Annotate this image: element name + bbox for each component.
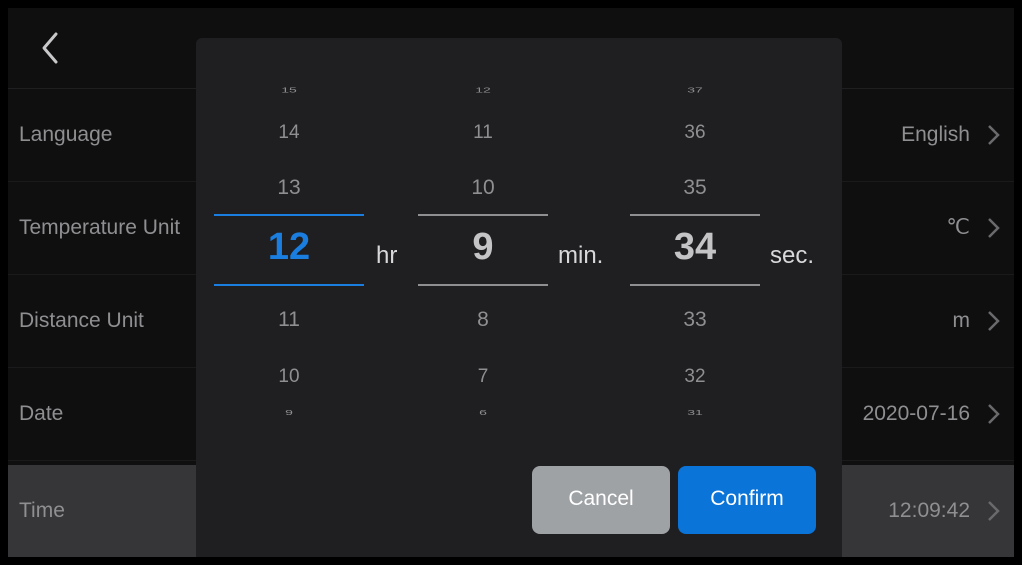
cancel-button[interactable]: Cancel — [532, 466, 670, 534]
setting-label: Language — [19, 123, 113, 146]
minute-option[interactable]: 7 — [408, 366, 558, 388]
chevron-right-icon — [988, 125, 1000, 145]
setting-value: m — [952, 309, 971, 332]
second-option[interactable]: 31 — [620, 408, 770, 417]
selected-minute[interactable]: 9 — [408, 226, 558, 269]
setting-value: 2020-07-16 — [862, 402, 970, 425]
second-option[interactable]: 32 — [620, 366, 770, 388]
setting-label: Date — [19, 402, 64, 425]
setting-label: Distance Unit — [19, 309, 144, 332]
second-option[interactable]: 36 — [620, 122, 770, 144]
chevron-right-icon — [988, 218, 1000, 238]
settings-screen: Language&Date&Region Language English Te… — [8, 8, 1014, 557]
setting-label: Temperature Unit — [19, 216, 181, 239]
minute-option[interactable]: 8 — [408, 308, 558, 332]
confirm-button[interactable]: Confirm — [678, 466, 816, 534]
second-option[interactable]: 35 — [620, 176, 770, 200]
minute-option[interactable]: 11 — [408, 122, 558, 144]
second-selection-line — [630, 214, 760, 216]
hour-option[interactable]: 14 — [214, 122, 364, 144]
setting-value: 12:09:42 — [888, 499, 970, 522]
hour-selection-line — [214, 214, 364, 216]
hour-selection-line — [214, 284, 364, 286]
minute-option[interactable]: 10 — [408, 176, 558, 200]
time-picker-dialog: 15 14 13 12 11 10 9 hr 12 11 10 9 8 7 6 … — [196, 38, 842, 557]
second-unit-label: sec. — [770, 242, 815, 269]
setting-value: ℃ — [946, 216, 970, 239]
hour-option[interactable]: 13 — [214, 176, 364, 200]
minute-option[interactable]: 6 — [408, 408, 558, 417]
chevron-right-icon — [988, 501, 1000, 521]
setting-value: English — [901, 123, 970, 146]
second-option[interactable]: 37 — [620, 86, 770, 95]
second-option[interactable]: 33 — [620, 308, 770, 332]
hour-option[interactable]: 10 — [214, 366, 364, 388]
chevron-right-icon — [988, 404, 1000, 424]
hour-unit-label: hr — [376, 242, 398, 269]
minute-selection-line — [418, 284, 548, 286]
setting-label: Time — [19, 499, 65, 522]
hour-option[interactable]: 15 — [214, 86, 364, 95]
minute-unit-label: min. — [558, 242, 604, 269]
hour-option[interactable]: 11 — [214, 308, 364, 332]
hour-option[interactable]: 9 — [214, 408, 364, 417]
chevron-right-icon — [988, 311, 1000, 331]
second-selection-line — [630, 284, 760, 286]
minute-option[interactable]: 12 — [408, 86, 558, 95]
minute-selection-line — [418, 214, 548, 216]
selected-second[interactable]: 34 — [620, 226, 770, 269]
selected-hour[interactable]: 12 — [214, 226, 364, 269]
